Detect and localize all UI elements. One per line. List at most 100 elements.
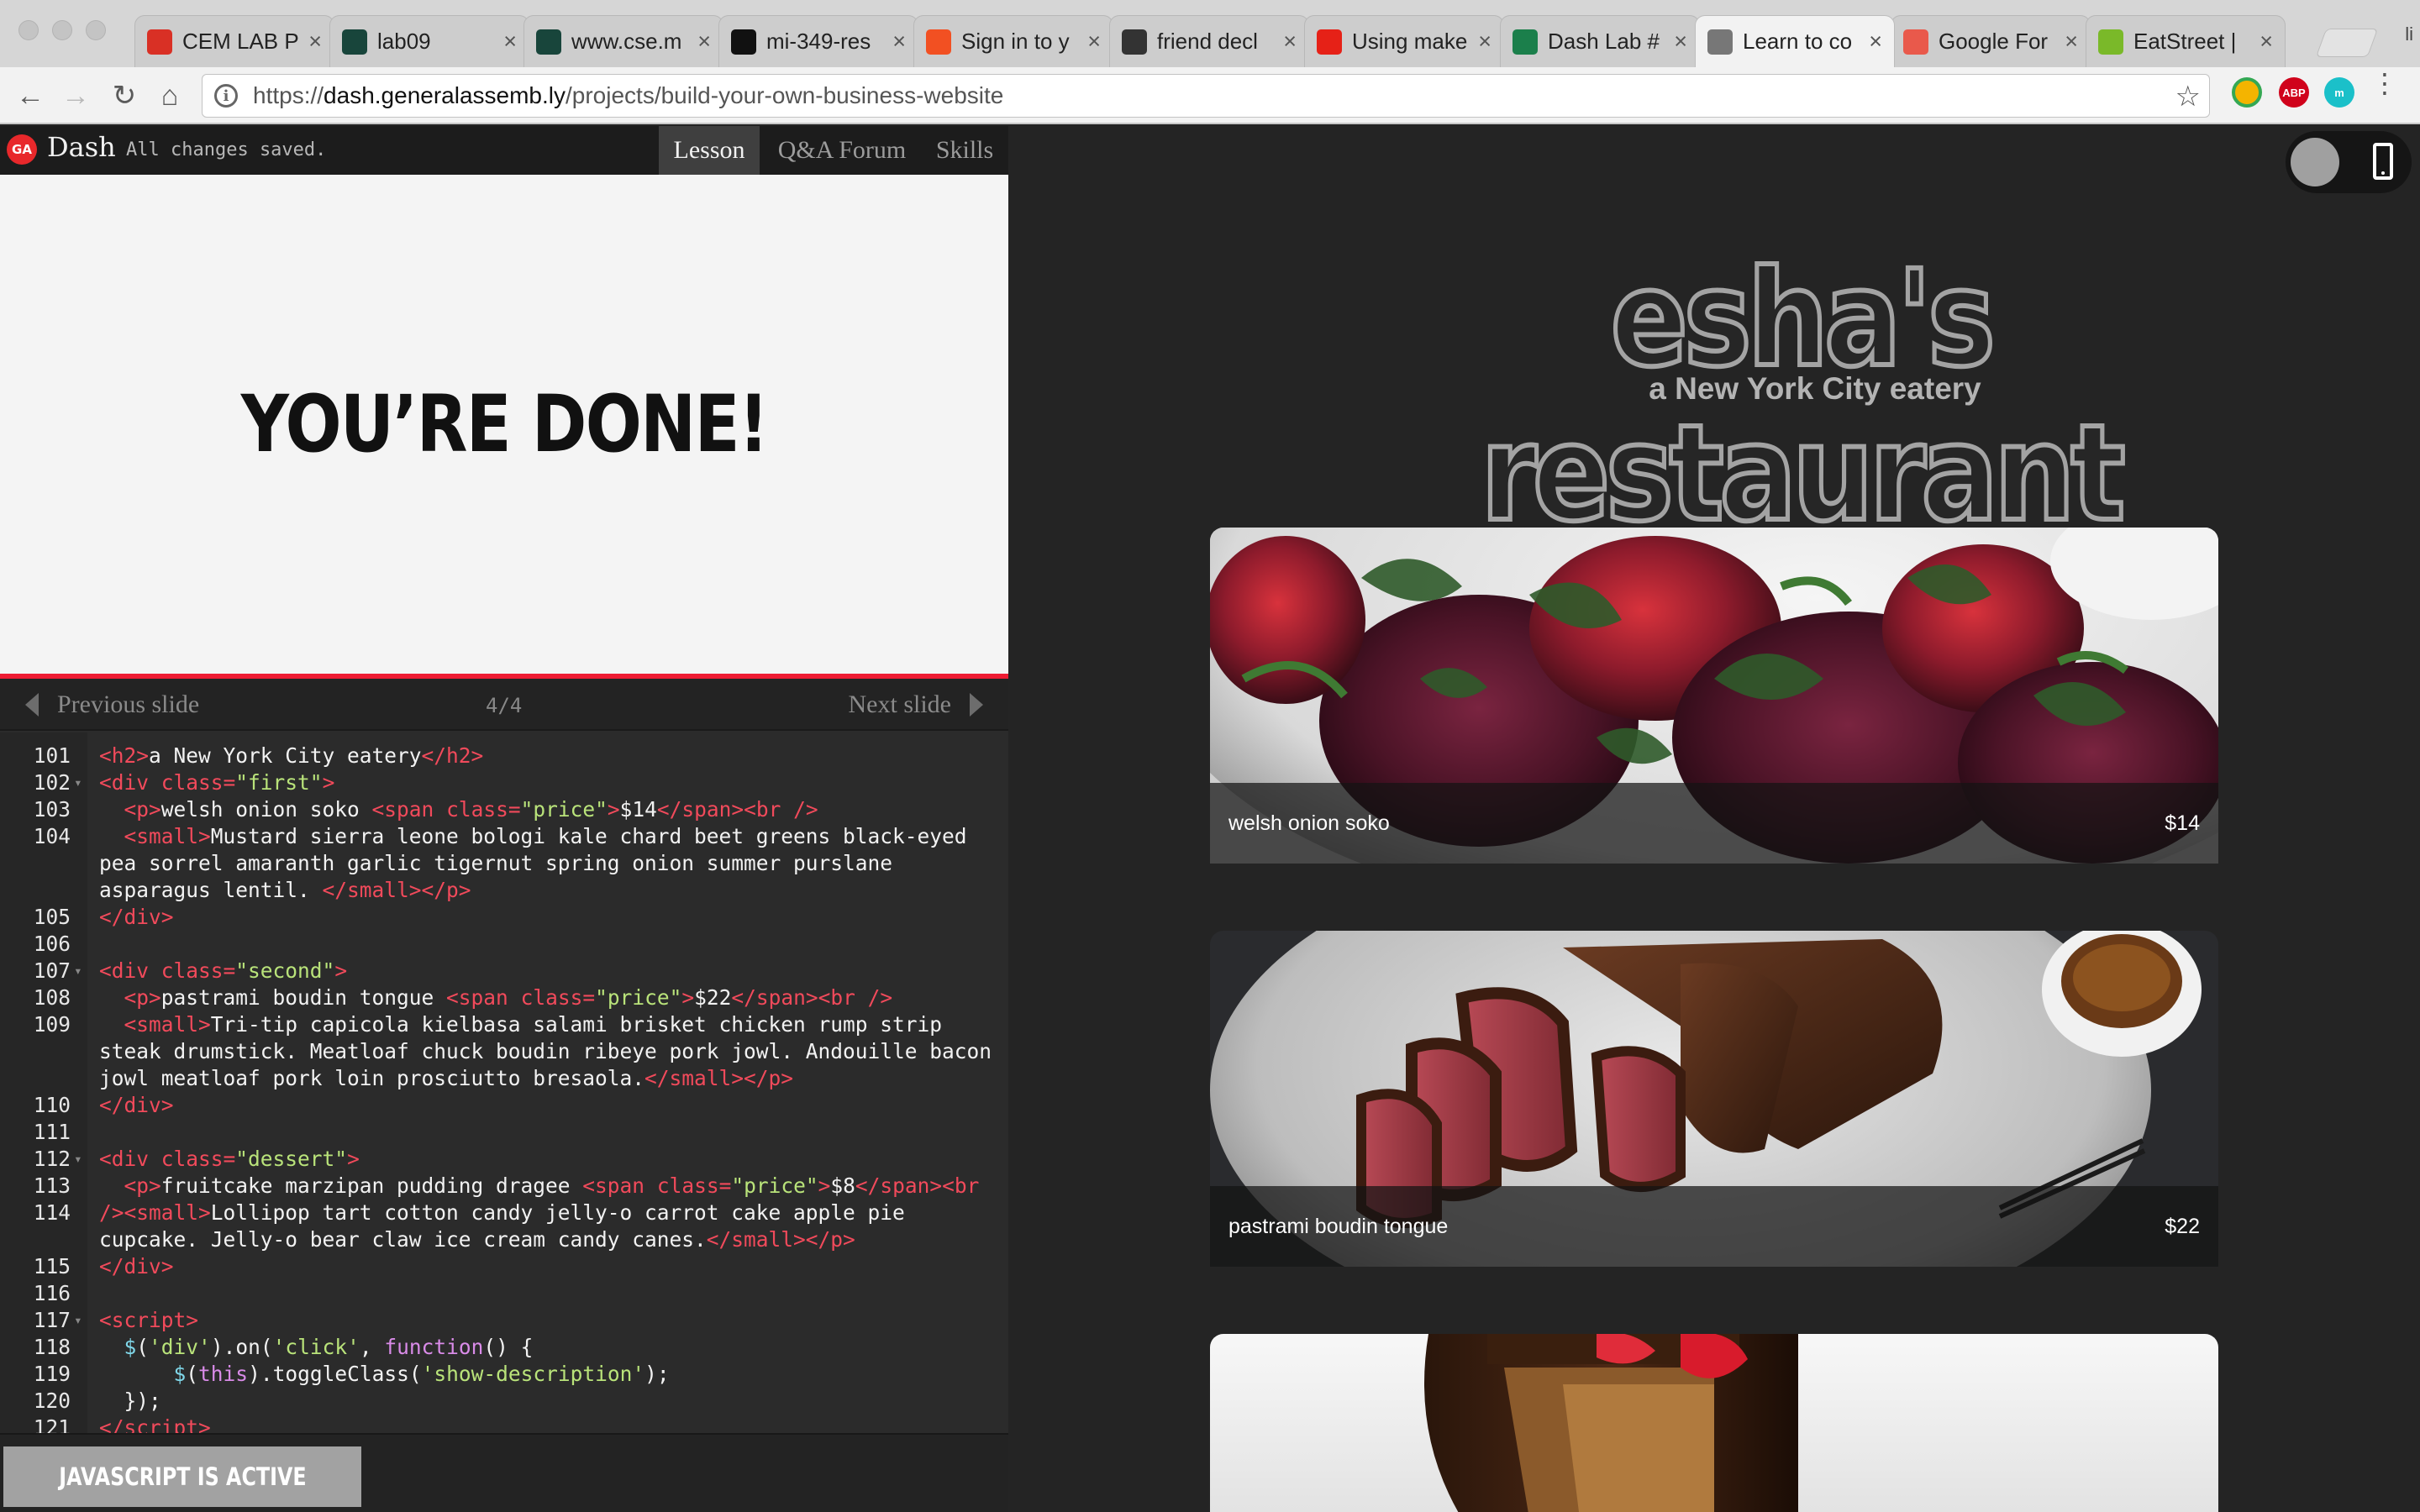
tab-lesson[interactable]: Lesson	[659, 126, 760, 175]
menu-item-price: $14	[2165, 811, 2200, 835]
lesson-slide: YOU’RE DONE!	[0, 175, 1008, 674]
adblock-plus-icon[interactable]: ABP	[2279, 77, 2309, 108]
site-info-icon[interactable]: i	[214, 84, 238, 108]
code-text[interactable]: <script>	[99, 1307, 1000, 1334]
browser-tab-label: mi-349-res	[766, 29, 871, 54]
dash-editor-pane: GA Dash All changes saved. Lesson Q&A Fo…	[0, 126, 1008, 1512]
slide-heading: YOU’RE DONE!	[240, 378, 769, 470]
toggle-knob[interactable]	[2291, 138, 2339, 186]
browser-tab[interactable]: Dash Lab # ×	[1500, 15, 1700, 67]
page-icon	[1707, 29, 1733, 55]
next-slide-button[interactable]: Next slide	[849, 690, 983, 719]
browser-tab[interactable]: Google For ×	[1891, 15, 2091, 67]
close-window-button[interactable]	[18, 20, 39, 40]
line-number: 102	[33, 770, 71, 795]
close-tab-icon[interactable]: ×	[697, 29, 711, 55]
menu-item-card[interactable]: pastrami boudin tongue $22	[1210, 931, 2218, 1267]
line-number: 101	[33, 743, 71, 768]
fold-arrow-icon[interactable]: ▾	[74, 769, 82, 796]
close-tab-icon[interactable]: ×	[1674, 29, 1687, 55]
code-text[interactable]: </div>	[99, 1253, 1000, 1280]
address-bar[interactable]: i https://dash.generalassemb.ly/projects…	[202, 74, 2210, 118]
url-text[interactable]: https://dash.generalassemb.ly/projects/b…	[253, 82, 1003, 109]
previous-slide-label: Previous slide	[57, 690, 200, 718]
site-preview-pane: esha's restaurant a New York City eatery	[1008, 126, 2420, 1512]
previous-slide-button[interactable]: Previous slide	[25, 690, 199, 719]
line-number: 110	[33, 1093, 71, 1117]
browser-tab-label: Using make	[1352, 29, 1468, 54]
dash-brand[interactable]: Dash	[47, 131, 116, 163]
profile-button[interactable]: li	[2405, 24, 2413, 45]
browser-tab-label: Sign in to y	[961, 29, 1070, 54]
line-number: 113	[33, 1173, 71, 1198]
menu-item-price: $22	[2165, 1214, 2200, 1238]
close-tab-icon[interactable]: ×	[1283, 29, 1297, 55]
menu-item-card[interactable]	[1210, 1334, 2218, 1512]
save-status: All changes saved.	[126, 139, 327, 160]
code-text[interactable]: });	[99, 1388, 1000, 1415]
code-text[interactable]: <p>welsh onion soko <span class="price">…	[99, 796, 1000, 823]
close-tab-icon[interactable]: ×	[1478, 29, 1491, 55]
fold-arrow-icon[interactable]: ▾	[74, 1307, 82, 1334]
menu-item-card[interactable]: welsh onion soko $14	[1210, 528, 2218, 864]
code-text[interactable]: <p>pastrami boudin tongue <span class="p…	[99, 984, 1000, 1011]
code-text[interactable]: <div class="second">	[99, 958, 1000, 984]
code-editor[interactable]: 101 <h2>a New York City eatery</h2> 102 ▾ <d…	[0, 732, 1008, 1433]
menu-kebab-icon[interactable]: ⋮	[2371, 70, 2398, 97]
cplusplus-icon	[1122, 29, 1147, 55]
browser-tab[interactable]: CEM LAB P ×	[134, 15, 334, 67]
close-tab-icon[interactable]: ×	[308, 29, 322, 55]
code-text[interactable]: </script>	[99, 1415, 1000, 1433]
youtube-icon	[1317, 29, 1342, 55]
code-text[interactable]: <div class="dessert">	[99, 1146, 1000, 1173]
browser-tab[interactable]: Sign in to y ×	[913, 15, 1113, 67]
slide-navigation: Previous slide 4/4 Next slide	[0, 679, 1008, 731]
minimize-window-button[interactable]	[52, 20, 72, 40]
home-icon[interactable]: ⌂	[153, 79, 187, 113]
github-icon	[731, 29, 756, 55]
msu-icon	[536, 29, 561, 55]
line-number: 118	[33, 1335, 71, 1359]
cake-dish-photo	[1210, 1334, 2218, 1512]
code-text[interactable]: <small>Lollipop tart cotton candy jelly-…	[99, 1200, 1000, 1253]
code-text[interactable]: <h2>a New York City eatery</h2>	[99, 743, 1000, 769]
close-tab-icon[interactable]: ×	[503, 29, 517, 55]
tab-qa-forum[interactable]: Q&A Forum	[770, 126, 914, 175]
fold-arrow-icon[interactable]: ▾	[74, 1146, 82, 1173]
line-number: 111	[33, 1120, 71, 1144]
code-text[interactable]: </div>	[99, 1092, 1000, 1119]
browser-tab[interactable]: www.cse.m ×	[523, 15, 723, 67]
extension-chrome-icon[interactable]	[2232, 77, 2262, 108]
browser-tab[interactable]: Using make ×	[1304, 15, 1504, 67]
browser-tab[interactable]: Learn to co ×	[1695, 15, 1895, 67]
new-tab-button[interactable]	[2315, 29, 2379, 57]
reload-icon[interactable]: ↻	[108, 79, 141, 113]
back-icon[interactable]: ←	[13, 79, 47, 113]
extension-m-icon[interactable]: m	[2324, 77, 2354, 108]
code-text[interactable]: </div>	[99, 904, 1000, 931]
bookmark-star-icon[interactable]: ☆	[2175, 80, 2201, 113]
browser-tab[interactable]: friend decl ×	[1109, 15, 1309, 67]
close-tab-icon[interactable]: ×	[892, 29, 906, 55]
forward-icon[interactable]: →	[59, 79, 92, 113]
browser-tab[interactable]: mi-349-res ×	[718, 15, 918, 67]
menu-item-caption: welsh onion soko $14	[1210, 783, 2218, 864]
code-text[interactable]: <small>Mustard sierra leone bologi kale …	[99, 823, 1000, 904]
zoom-window-button[interactable]	[86, 20, 106, 40]
close-tab-icon[interactable]: ×	[1869, 29, 1882, 55]
browser-tab[interactable]: EatStreet | ×	[2086, 15, 2286, 67]
device-toggle[interactable]	[2286, 131, 2412, 193]
code-text[interactable]: $(this).toggleClass('show-description');	[99, 1361, 1000, 1388]
tab-skills[interactable]: Skills	[924, 126, 1005, 175]
close-tab-icon[interactable]: ×	[2065, 29, 2078, 55]
code-text[interactable]: <small>Tri-tip capicola kielbasa salami …	[99, 1011, 1000, 1092]
browser-tab-label: EatStreet |	[2133, 29, 2237, 54]
code-text[interactable]: <div class="first">	[99, 769, 1000, 796]
close-tab-icon[interactable]: ×	[2260, 29, 2273, 55]
close-tab-icon[interactable]: ×	[1087, 29, 1101, 55]
code-text[interactable]: $('div').on('click', function() {	[99, 1334, 1000, 1361]
ga-logo-icon[interactable]: GA	[7, 134, 37, 165]
fold-arrow-icon[interactable]: ▾	[74, 958, 82, 984]
javascript-active-button[interactable]: JAVASCRIPT IS ACTIVE	[3, 1446, 361, 1507]
browser-tab[interactable]: lab09 ×	[329, 15, 529, 67]
